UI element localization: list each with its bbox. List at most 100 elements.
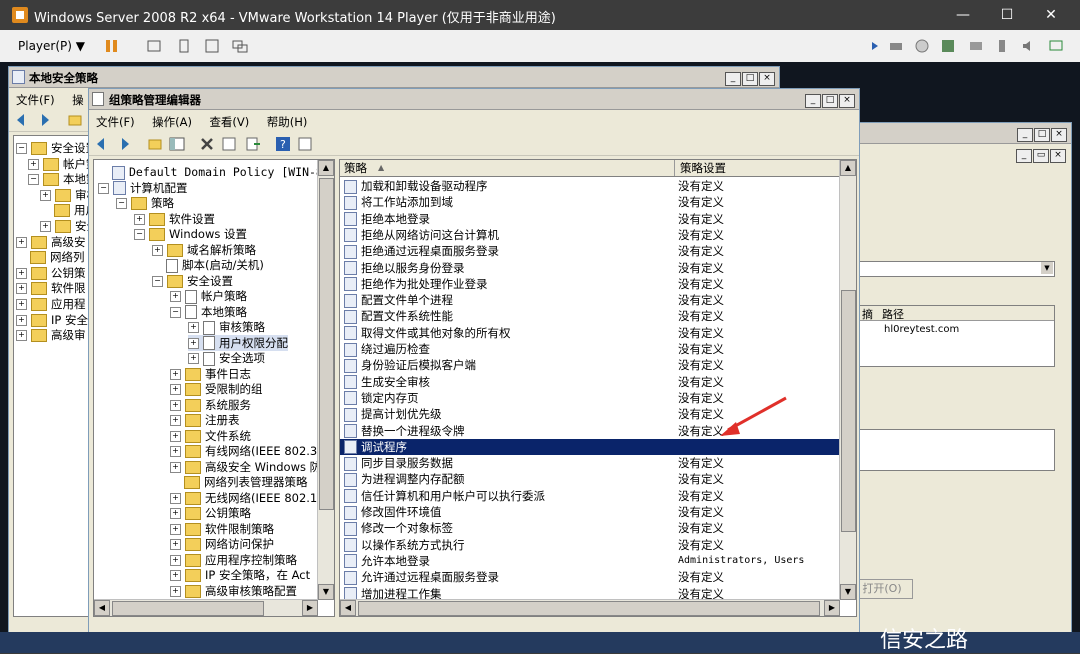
policy-row[interactable]: 修改固件环境值 没有定义: [340, 504, 840, 520]
fullscreen-icon[interactable]: [204, 38, 220, 54]
lp-tree-item[interactable]: − 本地策: [28, 171, 94, 187]
list-horizontal-scrollbar[interactable]: ◀ ▶: [340, 599, 840, 616]
expand-icon[interactable]: +: [170, 461, 181, 473]
network-adapter-icon[interactable]: [940, 38, 956, 54]
device-arrow-icon[interactable]: [868, 38, 884, 54]
gpme-tree-item[interactable]: + 应用程序控制策略: [170, 552, 297, 568]
policy-row[interactable]: 同步目录服务数据 没有定义: [340, 455, 840, 471]
gpme-tree-item[interactable]: + 高级安全 Windows 防: [170, 459, 321, 475]
scroll-up-arrow[interactable]: ▲: [840, 160, 856, 176]
expand-icon[interactable]: +: [170, 446, 181, 457]
scroll-thumb[interactable]: [112, 601, 264, 616]
gpme-tree-item[interactable]: + 文件系统: [170, 428, 251, 444]
gpme-tree-item[interactable]: + IP 安全策略，在 Act: [170, 567, 310, 583]
lp-tree-item[interactable]: 用户: [40, 202, 94, 218]
expand-icon[interactable]: −: [16, 143, 27, 154]
scroll-thumb[interactable]: [358, 601, 820, 616]
gpme-menu-view[interactable]: 查看(V): [202, 111, 256, 133]
help-icon[interactable]: ?: [275, 136, 291, 152]
policy-row[interactable]: 以操作系统方式执行 没有定义: [340, 537, 840, 553]
expand-icon[interactable]: −: [98, 182, 109, 194]
lp-tree-item[interactable]: + 帐户策: [28, 156, 94, 172]
expand-icon[interactable]: −: [170, 306, 181, 318]
back-icon[interactable]: [15, 112, 31, 128]
message-icon[interactable]: [1048, 38, 1064, 54]
gpme-menu-action[interactable]: 操作(A): [145, 111, 199, 133]
policy-row[interactable]: 拒绝作为批处理作业登录 没有定义: [340, 276, 840, 292]
bg-col-summary[interactable]: 摘: [862, 306, 873, 322]
sound-icon[interactable]: [1020, 38, 1036, 54]
bg-max-button[interactable]: □: [1034, 128, 1050, 142]
scroll-left-arrow[interactable]: ◀: [340, 600, 356, 616]
scroll-thumb[interactable]: [841, 290, 856, 532]
policy-row[interactable]: 配置文件单个进程 没有定义: [340, 292, 840, 308]
expand-icon[interactable]: +: [170, 430, 181, 442]
gpme-tree-item[interactable]: + 审核策略: [188, 319, 265, 335]
lp-menu-action[interactable]: 操: [65, 89, 91, 111]
policy-row[interactable]: 绕过遍历检查 没有定义: [340, 341, 840, 357]
gpme-tree-item[interactable]: + 注册表: [170, 412, 240, 428]
show-hide-tree-icon[interactable]: [169, 136, 185, 152]
expand-icon[interactable]: +: [188, 322, 199, 333]
expand-icon[interactable]: +: [16, 267, 27, 279]
usb-icon[interactable]: [176, 38, 192, 54]
policy-row[interactable]: 拒绝从网络访问这台计算机 没有定义: [340, 227, 840, 243]
expand-icon[interactable]: +: [134, 213, 145, 225]
policy-row[interactable]: 生成安全审核 没有定义: [340, 374, 840, 390]
gpme-tree-item[interactable]: + 软件限制策略: [170, 521, 274, 537]
cd-icon[interactable]: [914, 38, 930, 54]
printer-icon[interactable]: [888, 38, 904, 54]
scroll-down-arrow[interactable]: ▼: [318, 584, 334, 600]
delete-icon[interactable]: [199, 136, 215, 152]
policy-row[interactable]: 拒绝本地登录 没有定义: [340, 211, 840, 227]
lp-tree-item[interactable]: − 安全设置: [16, 140, 94, 156]
expand-icon[interactable]: +: [40, 189, 51, 201]
expand-icon[interactable]: +: [40, 221, 51, 232]
bg-col-path[interactable]: 路径: [882, 306, 904, 322]
expand-icon[interactable]: −: [28, 174, 39, 186]
unity-icon[interactable]: [232, 38, 248, 54]
scroll-down-arrow[interactable]: ▼: [840, 584, 856, 600]
usb-device-icon[interactable]: [994, 38, 1010, 54]
col-policy-setting[interactable]: 策略设置: [680, 160, 726, 176]
open-button[interactable]: 打开(O): [851, 579, 913, 599]
expand-icon[interactable]: +: [16, 283, 27, 295]
gpme-tree-item[interactable]: + 域名解析策略: [152, 242, 256, 258]
policy-row[interactable]: 拒绝以服务身份登录 没有定义: [340, 260, 840, 276]
lp-tree-item[interactable]: + 应用程: [16, 296, 86, 312]
policy-row[interactable]: 为进程调整内存配额 没有定义: [340, 471, 840, 487]
gpme-tree-item[interactable]: + 软件设置: [134, 211, 215, 227]
lp-tree-item[interactable]: + IP 安全: [16, 312, 88, 328]
expand-icon[interactable]: +: [152, 244, 163, 256]
scroll-thumb[interactable]: [319, 178, 334, 510]
gpme-tree-item[interactable]: + 有线网络(IEEE 802.3: [170, 443, 317, 459]
lp-tree-item[interactable]: + 软件限: [16, 280, 86, 296]
policy-row[interactable]: 拒绝通过远程桌面服务登录 没有定义: [340, 243, 840, 259]
expand-icon[interactable]: −: [116, 198, 127, 209]
forward-icon[interactable]: [115, 136, 131, 152]
gpme-tree-item[interactable]: + 用户权限分配: [188, 334, 288, 351]
lp-tree-item[interactable]: + 高级审: [16, 327, 86, 343]
network-icon[interactable]: [146, 38, 162, 54]
close-button[interactable]: ✕: [1036, 4, 1066, 26]
expand-icon[interactable]: +: [170, 492, 181, 504]
expand-icon[interactable]: +: [16, 236, 27, 248]
gpme-tree-item[interactable]: + 系统服务: [170, 397, 251, 413]
gpme-tree-item[interactable]: − 安全设置: [152, 273, 233, 289]
expand-icon[interactable]: +: [170, 368, 181, 380]
forward-icon[interactable]: [35, 112, 51, 128]
scroll-right-arrow[interactable]: ▶: [302, 600, 318, 616]
gpme-close-button[interactable]: ×: [839, 94, 855, 108]
lp-close-button[interactable]: ×: [759, 72, 775, 86]
minimize-button[interactable]: —: [948, 4, 978, 26]
policy-row[interactable]: 身份验证后模拟客户端 没有定义: [340, 357, 840, 373]
expand-icon[interactable]: +: [170, 291, 181, 302]
bg-dropdown[interactable]: ▼: [857, 261, 1055, 277]
up-icon[interactable]: [147, 136, 163, 152]
bg-inner-close[interactable]: ×: [1050, 149, 1066, 163]
lp-tree-item[interactable]: +安全: [40, 218, 94, 234]
expand-icon[interactable]: +: [170, 508, 181, 519]
lp-menu-file[interactable]: 文件(F): [9, 89, 62, 111]
tree-vertical-scrollbar[interactable]: ▲ ▼: [317, 160, 334, 600]
gpme-menu-file[interactable]: 文件(F): [89, 111, 142, 133]
